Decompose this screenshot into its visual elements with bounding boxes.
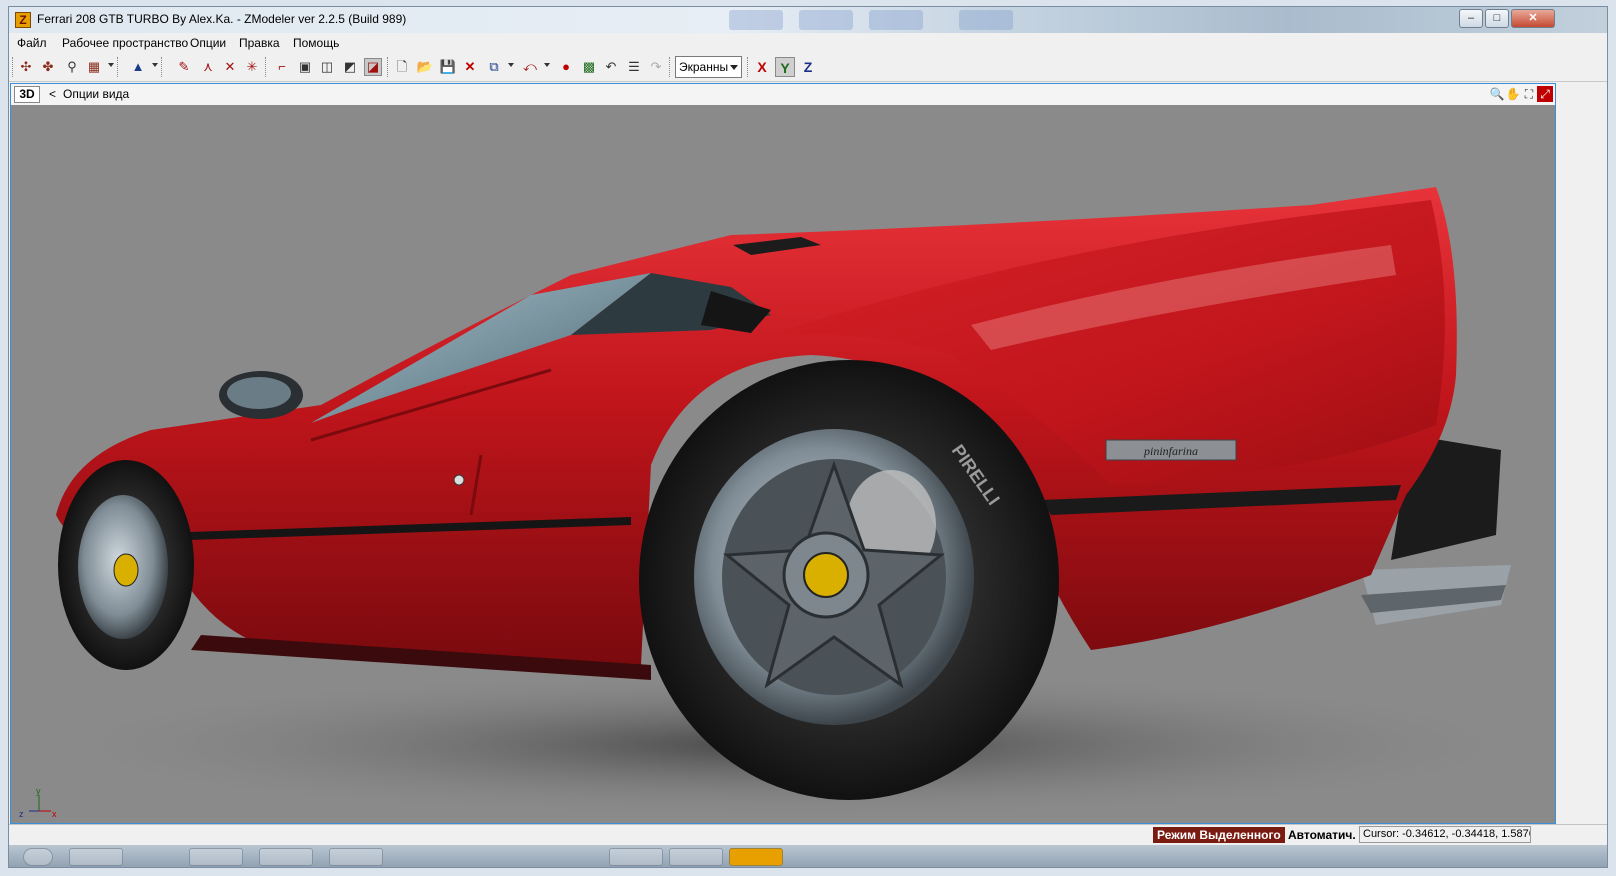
app-icon[interactable]: Z — [15, 12, 31, 28]
delete-icon[interactable]: ✕ — [461, 58, 479, 76]
menu-workspace[interactable]: Рабочее пространство — [62, 36, 188, 50]
chevron-down-icon — [730, 65, 738, 70]
select-object-icon[interactable]: ⚲ — [63, 58, 81, 76]
title-decoration — [729, 10, 783, 30]
zoom-icon[interactable]: 🔍 — [1489, 86, 1505, 102]
close-button[interactable]: ✕ — [1511, 9, 1555, 28]
record-icon[interactable]: ● — [557, 58, 575, 76]
title-decoration — [869, 10, 923, 30]
view-mode-select[interactable]: Экранны — [675, 56, 742, 78]
menu-file[interactable]: Файл — [17, 36, 47, 50]
chevron-down-icon[interactable] — [508, 63, 514, 67]
menu-bar: Файл Рабочее пространство Опции Правка П… — [9, 33, 1607, 53]
cross-edge-icon[interactable]: ✳ — [243, 58, 261, 76]
start-orb[interactable] — [23, 848, 53, 866]
main-toolbar: ✣ ✤ ⚲ ▦ ▲ ✎ ⋏ ✕ ✳ ⌐ ▣ ◫ ◩ ◪ 🗋 📂 💾 ✕ ⧉ ⤺ … — [9, 53, 1607, 82]
chevron-down-icon[interactable] — [108, 63, 114, 67]
view-options-label[interactable]: Опции вида — [63, 87, 129, 101]
render-scene[interactable]: pininfarina PIRELLI y x z — [11, 105, 1555, 823]
select-vertex-icon[interactable]: ✣ — [17, 58, 35, 76]
box-solid-icon[interactable]: ◫ — [318, 58, 336, 76]
collapse-arrow[interactable]: < — [49, 87, 56, 101]
mirror-glass — [227, 377, 291, 409]
taskbar-item[interactable] — [609, 848, 663, 866]
toolbar-separator — [161, 57, 163, 77]
selection-mode-indicator[interactable]: Режим Выделенного — [1153, 827, 1285, 843]
pininfarina-script: pininfarina — [1143, 444, 1198, 458]
ferrari-hub-emblem — [803, 552, 849, 598]
zmodeler-window: Z Ferrari 208 GTB TURBO By Alex.Ka. - ZM… — [8, 6, 1608, 868]
save-icon[interactable]: 💾 — [439, 58, 457, 76]
export-icon[interactable]: ⤺ — [521, 58, 539, 76]
auto-mode-indicator[interactable]: Автоматич. — [1286, 827, 1358, 843]
title-bar: Z Ferrari 208 GTB TURBO By Alex.Ka. - ZM… — [9, 7, 1607, 34]
taskbar-item[interactable] — [669, 848, 723, 866]
split-edge-icon[interactable]: ⋏ — [199, 58, 217, 76]
status-bar: Режим Выделенного Автоматич. Cursor: -0.… — [9, 824, 1607, 845]
axis-x-toggle[interactable]: X — [752, 57, 772, 77]
weld-icon[interactable]: ✎ — [175, 58, 193, 76]
chevron-down-icon[interactable] — [152, 63, 158, 67]
cursor-coordinates: Cursor: -0.34612, -0.34418, 1.58764 — [1359, 826, 1531, 843]
texture-icon[interactable]: ▩ — [580, 58, 598, 76]
pyramid-create-icon[interactable]: ▲ — [129, 58, 147, 76]
redo-icon[interactable]: ↷ — [647, 58, 665, 76]
minimize-button[interactable]: – — [1459, 9, 1483, 28]
pan-hand-icon[interactable]: ✋ — [1505, 86, 1521, 102]
toolbar-separator — [117, 57, 119, 77]
box-textured-icon[interactable]: ◩ — [341, 58, 359, 76]
title-decoration — [959, 10, 1013, 30]
select-edge-icon[interactable]: ✤ — [39, 58, 57, 76]
close-view-icon[interactable]: ⤢ — [1537, 86, 1553, 102]
chevron-down-icon[interactable] — [544, 63, 550, 67]
menu-edit[interactable]: Правка — [239, 36, 280, 50]
window-title: Ferrari 208 GTB TURBO By Alex.Ka. - ZMod… — [37, 12, 407, 26]
open-folder-icon[interactable]: 📂 — [416, 58, 434, 76]
maximize-button[interactable]: □ — [1485, 9, 1509, 28]
box-shaded-icon[interactable]: ◪ — [364, 58, 382, 76]
axis-z-label: z — [19, 809, 24, 819]
viewport-3d[interactable]: 3D < Опции вида 🔍 ✋ ⛶ ⤢ pininfarina PIRE… — [10, 83, 1556, 824]
view-mode-value: Экранны — [679, 60, 729, 74]
normals-icon[interactable]: ⌐ — [273, 58, 291, 76]
toolbar-grip[interactable] — [12, 57, 14, 77]
front-hub-badge — [113, 553, 139, 587]
document-list-icon[interactable]: ☰ — [625, 58, 643, 76]
import-icon[interactable]: ⧉ — [485, 58, 503, 76]
title-decoration — [799, 10, 853, 30]
taskbar-item[interactable] — [189, 848, 243, 866]
box-icon[interactable]: ▣ — [296, 58, 314, 76]
toolbar-separator — [747, 57, 749, 77]
menu-options[interactable]: Опции — [190, 36, 226, 50]
axis-y-label: y — [36, 786, 41, 796]
toolbar-separator — [387, 57, 389, 77]
toolbar-separator — [669, 57, 671, 77]
taskbar-item[interactable] — [329, 848, 383, 866]
door-lock — [453, 474, 465, 486]
taskbar-item[interactable] — [259, 848, 313, 866]
viewport-header: 3D < Опции вида 🔍 ✋ ⛶ ⤢ — [11, 84, 1555, 106]
taskbar-item-zmodeler[interactable] — [729, 848, 783, 866]
axis-x-label: x — [52, 809, 57, 819]
select-group-icon[interactable]: ▦ — [85, 58, 103, 76]
menu-help[interactable]: Помощь — [293, 36, 339, 50]
maximize-view-icon[interactable]: ⛶ — [1521, 86, 1537, 102]
taskbar-item[interactable] — [69, 848, 123, 866]
toolbar-separator — [265, 57, 267, 77]
taskbar — [9, 845, 1607, 867]
view-type-button[interactable]: 3D — [14, 86, 40, 103]
undo-icon[interactable]: ↶ — [602, 58, 620, 76]
axis-z-toggle[interactable]: Z — [798, 57, 818, 77]
cut-edge-icon[interactable]: ✕ — [221, 58, 239, 76]
new-file-icon[interactable]: 🗋 — [393, 58, 411, 76]
axis-y-toggle[interactable]: Y — [775, 57, 795, 77]
